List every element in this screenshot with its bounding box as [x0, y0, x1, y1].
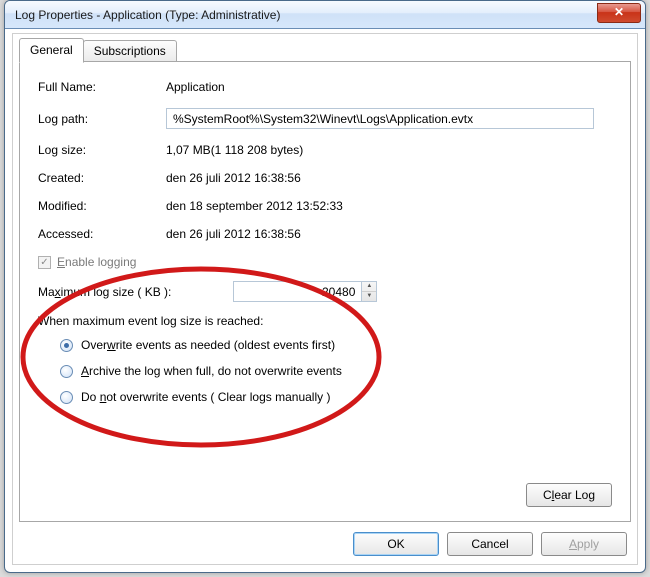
- label-accessed: Accessed:: [38, 227, 166, 241]
- max-size-input[interactable]: [233, 281, 361, 302]
- row-accessed: Accessed: den 26 juli 2012 16:38:56: [38, 227, 612, 241]
- value-modified: den 18 september 2012 13:52:33: [166, 199, 343, 213]
- enable-logging-checkbox: ✓ Enable logging: [38, 255, 612, 269]
- tab-subscriptions[interactable]: Subscriptions: [83, 40, 177, 62]
- row-log-path: Log path:: [38, 108, 612, 129]
- label-full-name: Full Name:: [38, 80, 166, 94]
- titlebar[interactable]: Log Properties - Application (Type: Admi…: [5, 1, 645, 29]
- spinner-buttons: ▲ ▼: [361, 281, 377, 302]
- row-log-size: Log size: 1,07 MB(1 118 208 bytes): [38, 143, 612, 157]
- client-area: General Subscriptions Full Name: Applica…: [12, 33, 638, 565]
- tab-general[interactable]: General: [19, 38, 84, 63]
- cancel-button[interactable]: Cancel: [447, 532, 533, 556]
- value-full-name: Application: [166, 80, 225, 94]
- apply-button: Apply: [541, 532, 627, 556]
- dialog-buttons: OK Cancel Apply: [353, 532, 627, 556]
- log-path-input[interactable]: [166, 108, 594, 129]
- ok-button[interactable]: OK: [353, 532, 439, 556]
- section-settings: ✓ Enable logging Maximum log size ( KB )…: [38, 255, 612, 404]
- label-max-size: Maximum log size ( KB ):: [38, 285, 171, 299]
- radio-icon: [60, 339, 73, 352]
- close-icon: ✕: [614, 5, 624, 19]
- radio-do-not-overwrite[interactable]: Do not overwrite events ( Clear logs man…: [60, 390, 612, 404]
- max-size-spinner: ▲ ▼: [233, 281, 377, 302]
- radio-icon: [60, 365, 73, 378]
- row-modified: Modified: den 18 september 2012 13:52:33: [38, 199, 612, 213]
- clear-log-button[interactable]: Clear Log: [526, 483, 612, 507]
- row-full-name: Full Name: Application: [38, 80, 612, 94]
- radio-archive[interactable]: Archive the log when full, do not overwr…: [60, 364, 612, 378]
- radio-icon: [60, 391, 73, 404]
- value-accessed: den 26 juli 2012 16:38:56: [166, 227, 301, 241]
- radio-overwrite[interactable]: Overwrite events as needed (oldest event…: [60, 338, 612, 352]
- clear-log-row: Clear Log: [526, 483, 612, 507]
- value-created: den 26 juli 2012 16:38:56: [166, 171, 301, 185]
- row-created: Created: den 26 juli 2012 16:38:56: [38, 171, 612, 185]
- value-log-size: 1,07 MB(1 118 208 bytes): [166, 143, 303, 157]
- spinner-up-button[interactable]: ▲: [362, 282, 376, 292]
- label-created: Created:: [38, 171, 166, 185]
- close-button[interactable]: ✕: [597, 3, 641, 23]
- tab-strip: General Subscriptions: [19, 40, 176, 62]
- radio-group-when-full: Overwrite events as needed (oldest event…: [60, 338, 612, 404]
- log-properties-window: Log Properties - Application (Type: Admi…: [4, 0, 646, 573]
- label-log-path: Log path:: [38, 112, 166, 126]
- label-log-size: Log size:: [38, 143, 166, 157]
- row-max-size: Maximum log size ( KB ): ▲ ▼: [38, 281, 612, 302]
- window-title: Log Properties - Application (Type: Admi…: [15, 8, 280, 22]
- label-modified: Modified:: [38, 199, 166, 213]
- spinner-down-button[interactable]: ▼: [362, 292, 376, 301]
- label-when-full: When maximum event log size is reached:: [38, 314, 612, 328]
- checkbox-icon: ✓: [38, 256, 51, 269]
- tabpanel-general: Full Name: Application Log path: Log siz…: [19, 61, 631, 522]
